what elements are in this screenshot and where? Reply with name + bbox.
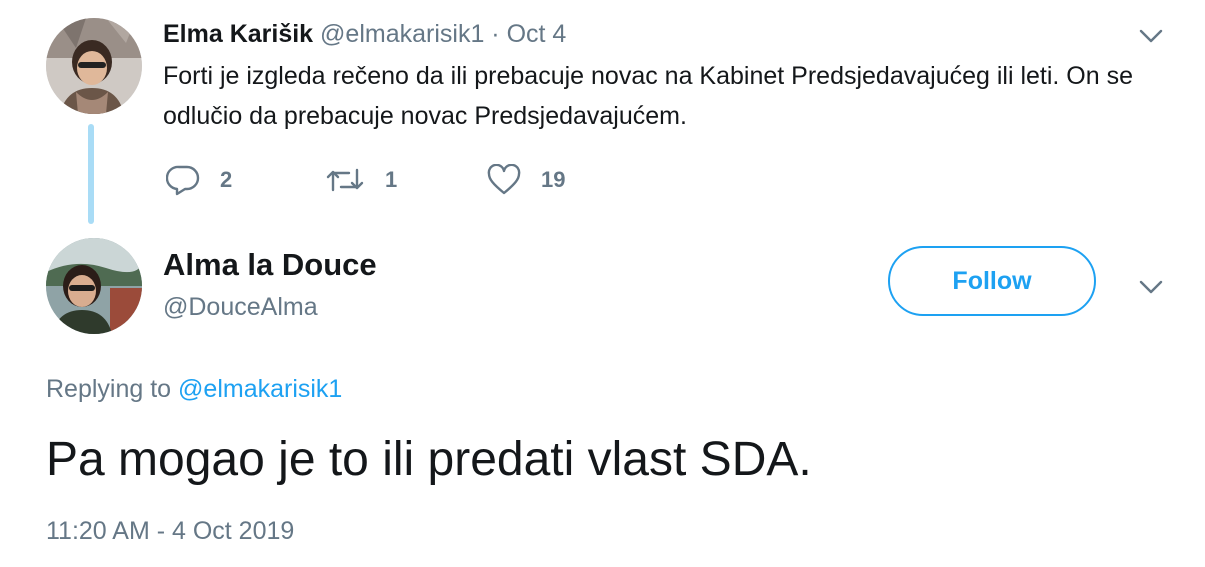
replying-to-mention[interactable]: @elmakarisik1 — [178, 375, 342, 403]
follow-button[interactable]: Follow — [888, 246, 1096, 316]
like-count: 19 — [541, 167, 566, 192]
replying-to-line: Replying to @elmakarisik1 — [46, 372, 342, 406]
chevron-down-icon[interactable] — [1138, 277, 1164, 297]
reply-button[interactable]: 2 — [166, 162, 232, 198]
reply-count: 2 — [220, 167, 233, 192]
parent-author-handle[interactable]: @elmakarisik1 — [320, 20, 484, 48]
replying-to-prefix: Replying to — [46, 375, 179, 403]
parent-author-name[interactable]: Elma Karišik — [163, 20, 313, 48]
retweet-icon — [325, 164, 365, 196]
reply-icon — [166, 164, 200, 196]
main-author-name[interactable]: Alma la Douce — [163, 246, 377, 284]
date-separator: · — [484, 20, 507, 48]
retweet-button[interactable]: 1 — [325, 162, 397, 198]
parent-tweet-date[interactable]: Oct 4 — [507, 20, 567, 48]
chevron-down-icon[interactable] — [1138, 26, 1164, 46]
thread-connector-line — [88, 124, 94, 224]
main-tweet-timestamp[interactable]: 11:20 AM - 4 Oct 2019 — [46, 514, 294, 548]
parent-tweet-text: Forti je izgleda rečeno da ili prebacuje… — [163, 62, 1134, 130]
main-author-handle[interactable]: @DouceAlma — [163, 290, 318, 324]
heart-icon — [487, 164, 521, 196]
like-button[interactable]: 19 — [487, 162, 565, 198]
parent-tweet-header: Elma Karišik @elmakarisik1 · Oct 4 — [163, 18, 566, 50]
retweet-count: 1 — [385, 167, 398, 192]
parent-author-avatar[interactable] — [46, 18, 142, 114]
main-tweet-text: Pa mogao je to ili predati vlast SDA. — [46, 433, 812, 486]
main-author-avatar[interactable] — [46, 238, 142, 334]
